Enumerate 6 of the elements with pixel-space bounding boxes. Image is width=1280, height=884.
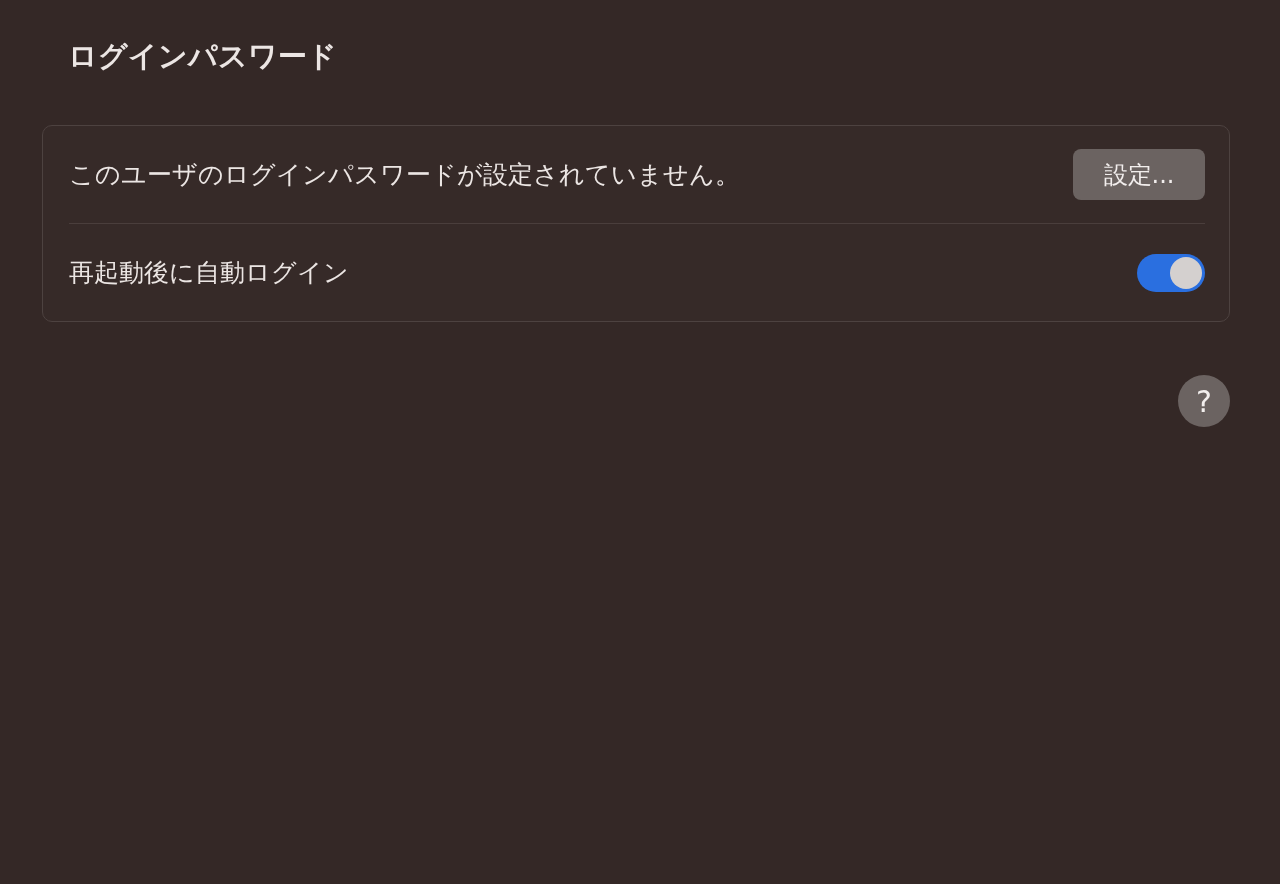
row-label: このユーザのログインパスワードが設定されていません。 (69, 159, 740, 191)
help-button[interactable]: ? (1178, 375, 1230, 427)
section-title: ログインパスワード (68, 38, 338, 75)
toggle-switch[interactable] (1137, 253, 1205, 292)
set-button[interactable]: 設定... (1073, 149, 1205, 200)
row-label: 再起動後に自動ログイン (69, 257, 349, 289)
